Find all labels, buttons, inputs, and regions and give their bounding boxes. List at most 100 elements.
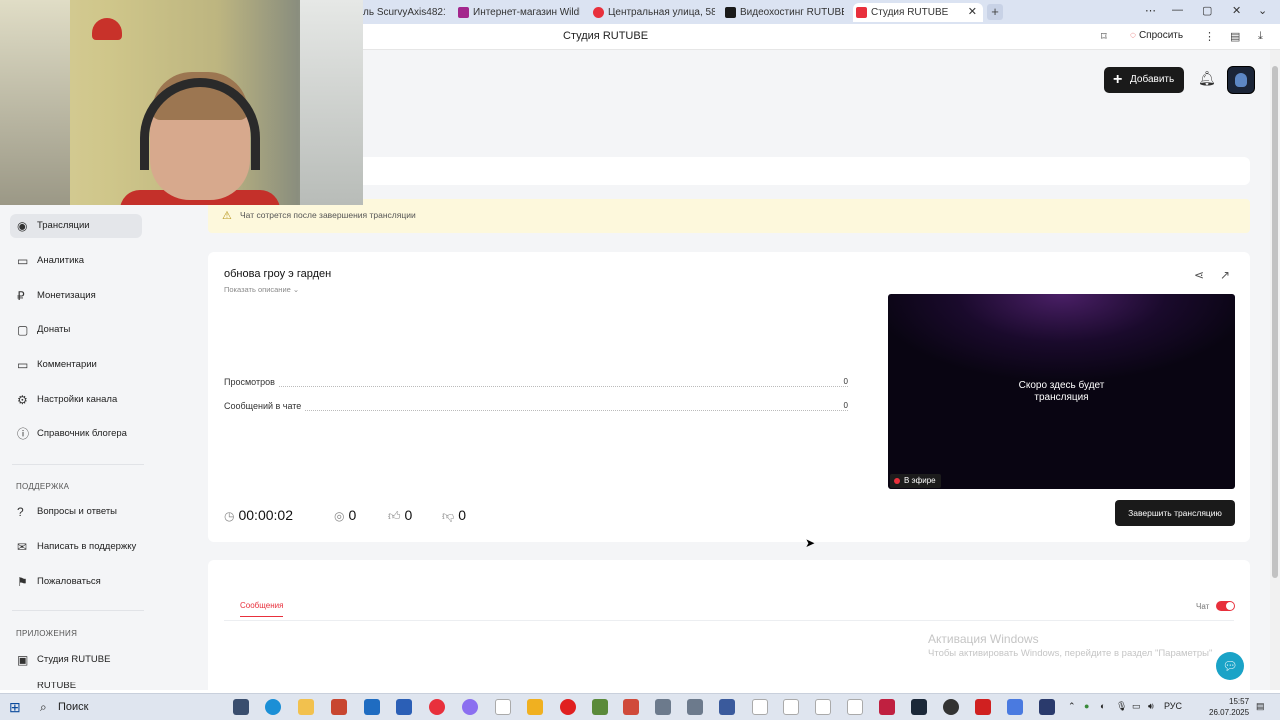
faq-icon: ? bbox=[17, 505, 24, 519]
browser-tab[interactable]: Интернет-магазин Wildb bbox=[455, 3, 580, 22]
notifications-icon[interactable]: ▤ bbox=[1256, 701, 1265, 712]
close-tab-icon[interactable]: ✕ bbox=[968, 3, 977, 22]
microphone-icon[interactable]: 🎙︎ bbox=[1116, 701, 1127, 712]
outlook-icon[interactable] bbox=[364, 699, 380, 715]
document-icon[interactable] bbox=[815, 699, 831, 715]
player-message-line: Скоро здесь будет bbox=[1018, 380, 1105, 391]
show-description-link[interactable]: Показать описание ⌄ bbox=[224, 285, 299, 294]
reader-icon[interactable]: ▤ bbox=[1230, 30, 1240, 43]
maximize-icon[interactable]: ▢ bbox=[1202, 4, 1212, 17]
info-icon: ⓘ bbox=[17, 427, 30, 441]
browser-tab[interactable]: Видеохостинг RUTUBE. С bbox=[722, 3, 844, 22]
powerpoint-icon[interactable] bbox=[331, 699, 347, 715]
app-icon[interactable] bbox=[975, 699, 991, 715]
dislikes-value: 0 bbox=[458, 507, 466, 523]
windows-start-icon[interactable]: ⊞ bbox=[9, 699, 21, 716]
sidebar-item-rutube-app[interactable]: RUTUBE bbox=[10, 682, 142, 690]
volume-icon[interactable]: 🔊︎ bbox=[1148, 701, 1154, 712]
document-icon[interactable] bbox=[847, 699, 863, 715]
chat-bubble-icon: 💬︎ bbox=[1222, 659, 1238, 673]
tab-label: Интернет-магазин Wildb bbox=[473, 7, 580, 18]
sidebar-item-label: Студия RUTUBE bbox=[37, 654, 111, 665]
app-icon[interactable] bbox=[879, 699, 895, 715]
minecraft-icon[interactable] bbox=[592, 699, 608, 715]
likes-counter: 👍︎ 0 bbox=[388, 507, 412, 524]
document-icon[interactable] bbox=[752, 699, 768, 715]
browser-tab-active[interactable]: Студия RUTUBE ✕ bbox=[853, 3, 983, 22]
tab-messages[interactable]: Сообщения bbox=[240, 601, 284, 617]
tray-app-icon[interactable]: ● bbox=[1084, 701, 1089, 711]
bell-icon[interactable]: 🔔︎ bbox=[1198, 70, 1216, 87]
sidebar-item-studio-app[interactable]: ▣ Студия RUTUBE bbox=[10, 648, 142, 672]
file-explorer-icon[interactable] bbox=[298, 699, 314, 715]
sidebar-item-report[interactable]: ⚑ Пожаловаться bbox=[10, 570, 142, 594]
sidebar-item-blogger-guide[interactable]: ⓘ Справочник блогера bbox=[10, 422, 142, 446]
tray-chevron-icon[interactable]: ⌃ bbox=[1068, 701, 1076, 712]
add-button[interactable]: + Добавить bbox=[1104, 67, 1184, 93]
sidebar-item-broadcasts[interactable]: ◉ Трансляции bbox=[10, 214, 142, 238]
views-stat: Просмотров 0 bbox=[224, 377, 848, 389]
opera-icon[interactable] bbox=[560, 699, 576, 715]
share-icon[interactable]: ⋖ bbox=[1194, 268, 1204, 282]
yandex-icon[interactable] bbox=[429, 699, 445, 715]
app-icon[interactable] bbox=[623, 699, 639, 715]
task-view-icon[interactable] bbox=[233, 699, 249, 715]
avatar[interactable] bbox=[1227, 66, 1255, 94]
chevron-down-icon: ⌄ bbox=[292, 285, 300, 294]
document-icon[interactable] bbox=[783, 699, 799, 715]
ask-label: Спросить bbox=[1138, 30, 1184, 41]
support-chat-button[interactable]: 💬︎ bbox=[1216, 652, 1244, 680]
chevron-down-icon[interactable]: ⌄ bbox=[1258, 4, 1267, 17]
sidebar-item-analytics[interactable]: ▭ Аналитика bbox=[10, 249, 142, 273]
app-icon[interactable] bbox=[1007, 699, 1023, 715]
mouse-cursor-icon: ➤ bbox=[805, 536, 816, 550]
taskbar-search[interactable]: ⌕ Поиск bbox=[32, 694, 222, 721]
sidebar-item-monetization[interactable]: ₽ Монетизация bbox=[10, 284, 142, 308]
app-icon[interactable] bbox=[687, 699, 703, 715]
page-scrollbar[interactable] bbox=[1270, 50, 1280, 690]
taskbar-clock[interactable]: 15:57 26.07.2025 bbox=[1209, 696, 1249, 718]
sidebar-item-comments[interactable]: ▭ Комментарии bbox=[10, 353, 142, 377]
new-tab-button[interactable]: + bbox=[987, 4, 1003, 20]
app-icon[interactable] bbox=[943, 699, 959, 715]
minimize-icon[interactable]: — bbox=[1172, 4, 1183, 16]
word-icon[interactable] bbox=[396, 699, 412, 715]
sidebar-item-label: Пожаловаться bbox=[37, 576, 101, 587]
download-icon[interactable]: ⤓ bbox=[1258, 30, 1263, 43]
stream-preview-player[interactable]: Скоро здесь будет трансляция В эфире bbox=[888, 294, 1235, 489]
close-window-icon[interactable]: ✕ bbox=[1232, 4, 1241, 17]
sidebar-item-channel-settings[interactable]: ⚙ Настройки канала bbox=[10, 388, 142, 412]
sidebar-item-donations[interactable]: ▢ Донаты bbox=[10, 318, 142, 342]
sidebar-item-write-support[interactable]: ✉ Написать в поддержку bbox=[10, 535, 142, 559]
language-indicator[interactable]: РУС bbox=[1164, 701, 1182, 711]
tab-label: Центральная улица, 58 н bbox=[608, 7, 715, 18]
app-icon[interactable] bbox=[1039, 699, 1055, 715]
external-link-icon[interactable]: ↗ bbox=[1220, 268, 1230, 282]
browser-tab[interactable]: Центральная улица, 58 н bbox=[590, 3, 715, 22]
tab-actions-icon[interactable]: ⋯ bbox=[1145, 4, 1156, 17]
stream-title: обнова гроу э гарден bbox=[224, 268, 332, 280]
network-icon[interactable]: ▭ bbox=[1132, 701, 1141, 712]
sidebar-item-faq[interactable]: ? Вопросы и ответы bbox=[10, 500, 142, 524]
tray-app-icon[interactable]: ◐ bbox=[1100, 701, 1105, 711]
game-icon[interactable] bbox=[527, 699, 543, 715]
end-stream-button[interactable]: Завершить трансляцию bbox=[1115, 500, 1235, 526]
live-badge: В эфире bbox=[890, 474, 941, 488]
app-icon[interactable] bbox=[655, 699, 671, 715]
edge-icon[interactable] bbox=[265, 699, 281, 715]
steam-icon[interactable] bbox=[911, 699, 927, 715]
browser-icon[interactable] bbox=[462, 699, 478, 715]
ask-button[interactable]: ◌ Спросить bbox=[1130, 30, 1183, 41]
search-icon: ⌕ bbox=[40, 700, 47, 714]
chat-toggle[interactable] bbox=[1216, 601, 1235, 611]
windows-activation-title: Активация Windows bbox=[928, 632, 1039, 646]
warning-text: Чат сотрется после завершения трансляции bbox=[240, 210, 416, 220]
scrollbar-thumb[interactable] bbox=[1272, 66, 1278, 578]
menu-icon[interactable]: ⋮ bbox=[1204, 30, 1215, 43]
app-icon[interactable] bbox=[719, 699, 735, 715]
document-icon[interactable] bbox=[495, 699, 511, 715]
ask-icon: ◌ bbox=[1130, 30, 1136, 41]
flag-icon: ⚑ bbox=[17, 575, 28, 589]
clock-time: 15:57 bbox=[1229, 697, 1250, 706]
bookmark-icon[interactable]: ⌑ bbox=[1101, 30, 1107, 43]
